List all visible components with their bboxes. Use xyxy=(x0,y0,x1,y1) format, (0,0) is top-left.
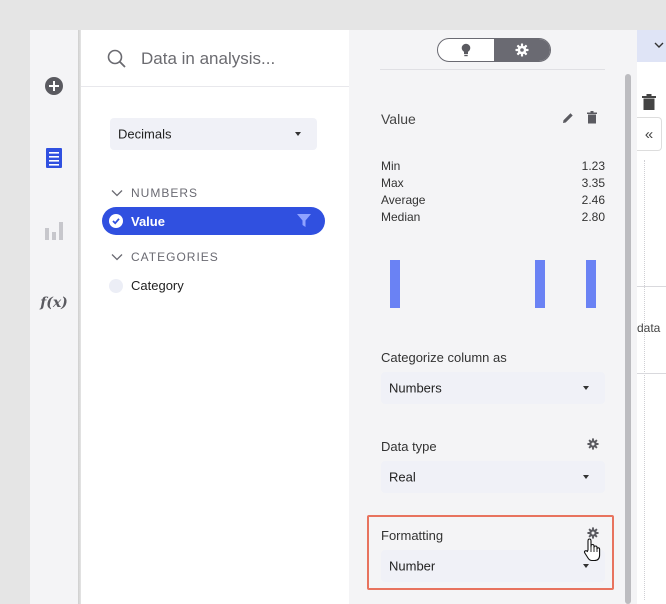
data-type-label: Data type xyxy=(381,439,437,454)
details-scrollbar[interactable] xyxy=(625,74,631,604)
stat-label: Median xyxy=(381,210,421,224)
visualization-types-button[interactable] xyxy=(30,219,78,241)
dataset-dropdown[interactable]: Decimals xyxy=(110,118,317,150)
details-view-toggle xyxy=(437,38,551,62)
data-table-icon xyxy=(46,148,62,168)
canvas-toolbar xyxy=(637,30,666,62)
left-icon-rail: f(x) xyxy=(30,30,78,604)
numbers-group-label: NUMBERS xyxy=(131,186,199,200)
categorize-dropdown-label: Numbers xyxy=(389,380,442,396)
histogram-bar xyxy=(535,260,546,308)
lightbulb-icon xyxy=(461,43,471,57)
filter-icon[interactable] xyxy=(297,214,311,228)
add-data-button[interactable] xyxy=(30,76,78,96)
stat-label: Max xyxy=(381,176,404,190)
formatting-label: Formatting xyxy=(381,528,444,543)
recommendations-toggle-button[interactable] xyxy=(438,39,494,61)
column-statistics: Min 1.23 Max 3.35 Average 2.46 Median 2.… xyxy=(381,159,605,227)
categories-group-label: CATEGORIES xyxy=(131,250,219,264)
stat-row-median: Median 2.80 xyxy=(381,210,605,227)
stat-label: Average xyxy=(381,193,426,207)
stat-value: 2.80 xyxy=(581,210,605,224)
unchecked-circle-icon xyxy=(109,278,123,293)
chevron-down-icon xyxy=(583,564,589,568)
plus-circle-icon xyxy=(45,77,63,95)
hand-pointer-cursor-icon xyxy=(583,538,601,562)
stat-value: 2.46 xyxy=(581,193,605,207)
canvas-divider xyxy=(637,373,666,374)
edit-pencil-icon[interactable] xyxy=(562,112,574,124)
stat-value: 1.23 xyxy=(581,159,605,173)
stat-row-min: Min 1.23 xyxy=(381,159,605,176)
column-title: Value xyxy=(381,111,416,127)
canvas-grid-line xyxy=(644,160,645,600)
categorize-dropdown[interactable]: Numbers xyxy=(381,372,605,404)
checkmark-icon xyxy=(109,214,123,228)
histogram-bar xyxy=(586,260,596,308)
stat-row-max: Max 3.35 xyxy=(381,176,605,193)
data-type-settings-gear-icon[interactable] xyxy=(587,438,599,450)
function-fx-icon: f(x) xyxy=(40,295,68,311)
formatting-dropdown[interactable]: Number xyxy=(381,550,605,582)
settings-toggle-button[interactable] xyxy=(494,39,550,61)
stat-value: 3.35 xyxy=(581,176,605,190)
canvas-partial-text: data xyxy=(637,321,661,335)
dataset-dropdown-label: Decimals xyxy=(118,126,172,142)
data-type-dropdown-label: Real xyxy=(389,469,416,485)
visualization-bars-icon xyxy=(45,222,63,240)
chevron-down-icon xyxy=(295,132,301,136)
search-bar xyxy=(81,30,349,87)
data-type-dropdown[interactable]: Real xyxy=(381,461,605,493)
histogram-bar xyxy=(390,260,400,308)
categories-group-header[interactable]: CATEGORIES xyxy=(111,250,219,264)
chevron-down-icon xyxy=(111,190,123,197)
formatting-dropdown-label: Number xyxy=(389,558,436,574)
delete-trash-icon[interactable] xyxy=(642,94,656,110)
data-in-analysis-button[interactable] xyxy=(30,147,78,169)
chevron-down-icon xyxy=(111,254,123,261)
column-details-panel: Value Min 1.23 Max 3.35 Average 2.46 Med… xyxy=(349,30,637,604)
trash-icon[interactable] xyxy=(587,111,597,124)
gear-icon xyxy=(515,43,529,57)
value-distribution-histogram xyxy=(381,258,605,308)
chevron-down-icon[interactable] xyxy=(654,42,664,49)
column-item-label: Category xyxy=(131,278,184,293)
function-button[interactable]: f(x) xyxy=(30,292,78,314)
column-item-label: Value xyxy=(131,214,165,229)
search-input[interactable] xyxy=(141,47,341,71)
categorize-label: Categorize column as xyxy=(381,350,507,365)
search-icon xyxy=(107,49,126,68)
chevron-down-icon xyxy=(583,475,589,479)
column-item-value[interactable]: Value xyxy=(102,207,325,235)
collapse-panel-button[interactable]: « xyxy=(637,117,662,151)
divider xyxy=(380,69,605,70)
data-in-analysis-panel: Decimals NUMBERS Value CATEGORIES Catego… xyxy=(81,30,349,604)
canvas-divider xyxy=(637,286,666,287)
chevron-down-icon xyxy=(583,386,589,390)
stat-label: Min xyxy=(381,159,401,173)
column-item-category[interactable]: Category xyxy=(109,278,184,293)
numbers-group-header[interactable]: NUMBERS xyxy=(111,186,198,200)
stat-row-average: Average 2.46 xyxy=(381,193,605,210)
